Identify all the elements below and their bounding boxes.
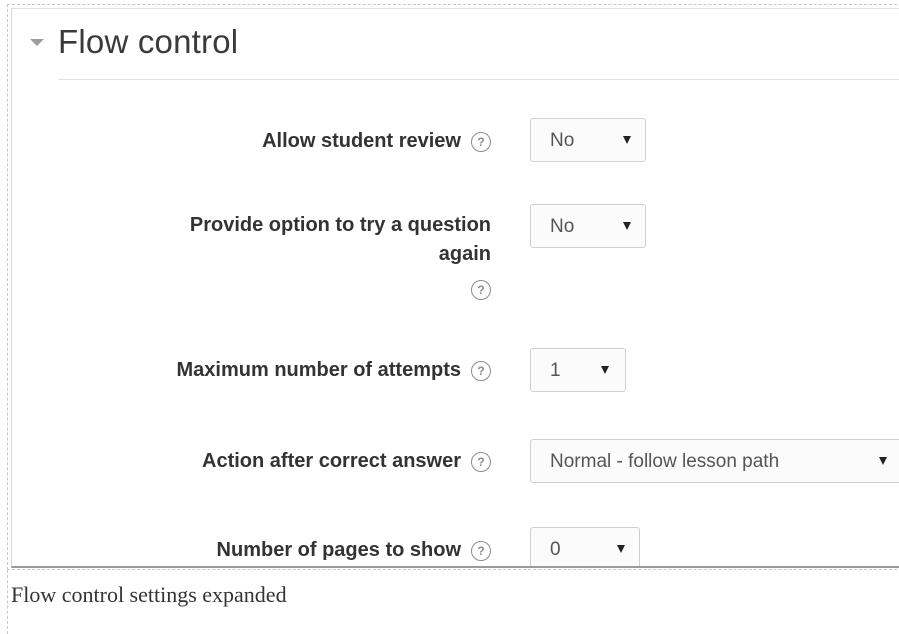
caret-down-icon	[623, 222, 631, 230]
header-divider	[58, 79, 899, 80]
section-header[interactable]: Flow control	[12, 9, 899, 85]
field-label-text: Allow student review	[262, 130, 461, 152]
field-label-allow-student-review: Allow student review?	[262, 127, 491, 156]
question-circle-icon[interactable]: ?	[471, 540, 491, 561]
field-label-line1: Provide option to try a question	[189, 214, 491, 236]
caret-down-icon	[623, 136, 631, 144]
select-action-after-correct[interactable]: Normal - follow lesson path	[530, 439, 899, 483]
figure-caption: Flow control settings expanded	[11, 582, 287, 607]
select-value: No	[550, 130, 575, 151]
field-label-action-after-correct: Action after correct answer?	[202, 447, 491, 476]
field-label-max-attempts: Maximum number of attempts?	[177, 356, 491, 385]
select-value: Normal - follow lesson path	[550, 451, 780, 472]
field-label-text: Action after correct answer	[202, 450, 461, 472]
select-allow-student-review[interactable]: No	[530, 118, 646, 162]
flow-control-panel: Flow control Allow student review? No Pr…	[11, 8, 899, 568]
caret-down-icon	[879, 457, 887, 465]
field-label-text: Number of pages to show	[216, 539, 461, 561]
select-pages-to-show[interactable]: 0	[530, 527, 640, 566]
select-value: 1	[550, 360, 561, 381]
question-circle-icon[interactable]: ?	[471, 360, 491, 381]
select-max-attempts[interactable]: 1	[530, 348, 626, 392]
select-value: No	[550, 216, 575, 237]
question-circle-icon[interactable]: ?	[471, 279, 491, 300]
field-label-try-question-again: Provide option to try a question again ?	[190, 211, 491, 304]
caret-down-icon	[617, 545, 625, 553]
question-circle-icon[interactable]: ?	[471, 451, 491, 472]
select-try-question-again[interactable]: No	[530, 204, 646, 248]
question-circle-icon[interactable]: ?	[471, 131, 491, 152]
field-label-pages-to-show: Number of pages to show?	[217, 536, 491, 565]
section-title[interactable]: Flow control	[58, 23, 238, 61]
field-label-line2: again	[438, 243, 491, 265]
select-value: 0	[550, 539, 561, 560]
field-label-text: Maximum number of attempts	[176, 359, 461, 381]
caret-down-icon	[601, 366, 609, 374]
caption-border	[7, 570, 8, 634]
chevron-down-icon[interactable]	[30, 39, 44, 46]
